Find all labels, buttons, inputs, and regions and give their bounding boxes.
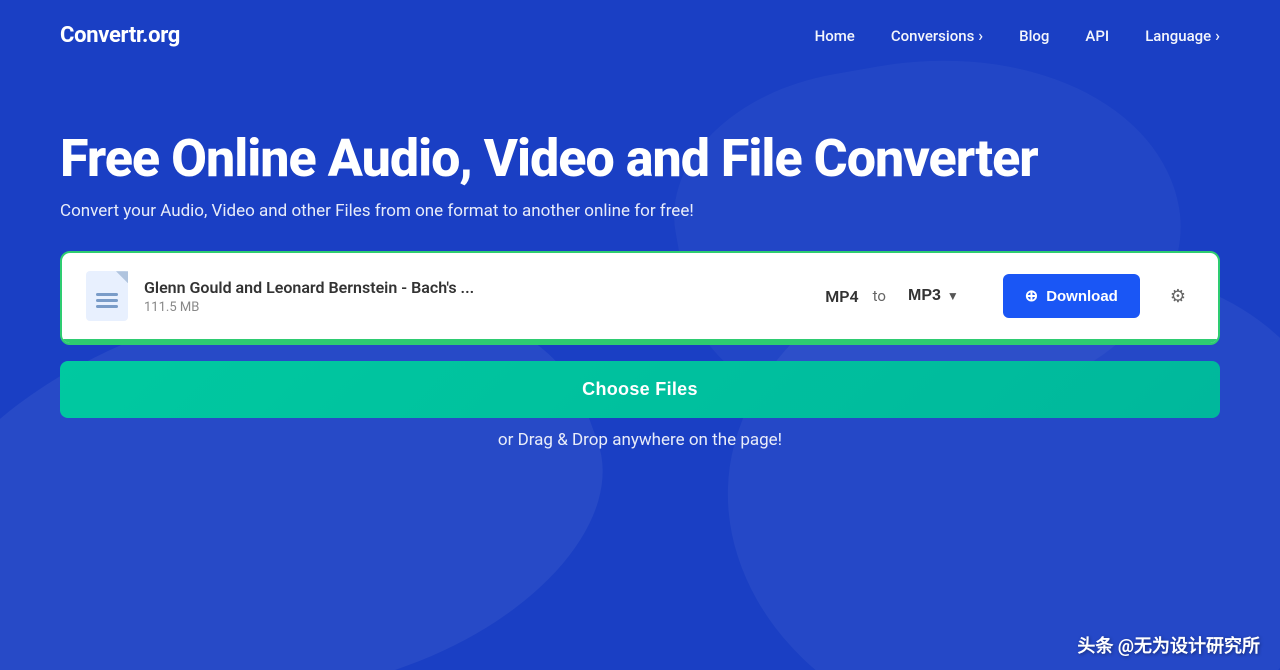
hero-subheading: Convert your Audio, Video and other File… — [60, 201, 1220, 221]
format-to-dropdown[interactable]: MP3 ▼ — [900, 283, 967, 309]
nav-link-language[interactable]: Language — [1145, 27, 1220, 45]
download-button[interactable]: ⊕ Download — [1003, 274, 1140, 318]
nav-link-conversions[interactable]: Conversions — [891, 27, 983, 45]
gear-icon: ⚙ — [1170, 286, 1186, 306]
file-icon-line-1 — [96, 293, 118, 296]
drag-drop-text: or Drag & Drop anywhere on the page! — [60, 430, 1220, 450]
format-from: MP4 — [825, 287, 858, 306]
watermark: 头条 @无为设计研究所 — [1077, 632, 1260, 658]
format-section: MP4 to MP3 ▼ — [825, 283, 967, 309]
progress-bar — [62, 339, 1218, 343]
nav-link-blog[interactable]: Blog — [1019, 27, 1049, 45]
nav-item-language[interactable]: Language — [1145, 26, 1220, 45]
navigation: Convertr.org Home Conversions Blog API L… — [0, 0, 1280, 70]
file-name: Glenn Gould and Leonard Bernstein - Bach… — [144, 278, 809, 297]
file-row: Glenn Gould and Leonard Bernstein - Bach… — [62, 253, 1218, 339]
file-icon-lines — [96, 293, 118, 308]
logo[interactable]: Convertr.org — [60, 23, 180, 48]
file-icon-line-3 — [96, 305, 118, 308]
dropdown-arrow-icon: ▼ — [947, 289, 959, 303]
nav-item-api[interactable]: API — [1085, 26, 1109, 45]
nav-item-conversions[interactable]: Conversions — [891, 26, 983, 45]
settings-button[interactable]: ⚙ — [1162, 278, 1194, 315]
nav-link-api[interactable]: API — [1085, 27, 1109, 45]
nav-link-home[interactable]: Home — [815, 27, 855, 45]
download-icon: ⊕ — [1025, 286, 1038, 306]
file-info: Glenn Gould and Leonard Bernstein - Bach… — [144, 278, 809, 315]
nav-links: Home Conversions Blog API Language — [815, 26, 1220, 45]
download-label: Download — [1046, 288, 1118, 305]
file-size: 111.5 MB — [144, 300, 809, 315]
hero-section: Free Online Audio, Video and File Conver… — [0, 70, 1280, 450]
nav-item-blog[interactable]: Blog — [1019, 26, 1049, 45]
nav-item-home[interactable]: Home — [815, 26, 855, 45]
choose-files-button[interactable]: Choose Files — [60, 361, 1220, 418]
converter-card: Glenn Gould and Leonard Bernstein - Bach… — [60, 251, 1220, 345]
format-to-label: to — [873, 287, 886, 305]
file-icon-line-2 — [96, 299, 118, 302]
file-icon — [86, 271, 128, 321]
hero-heading: Free Online Audio, Video and File Conver… — [60, 130, 1220, 187]
format-to-value: MP3 — [908, 287, 941, 305]
